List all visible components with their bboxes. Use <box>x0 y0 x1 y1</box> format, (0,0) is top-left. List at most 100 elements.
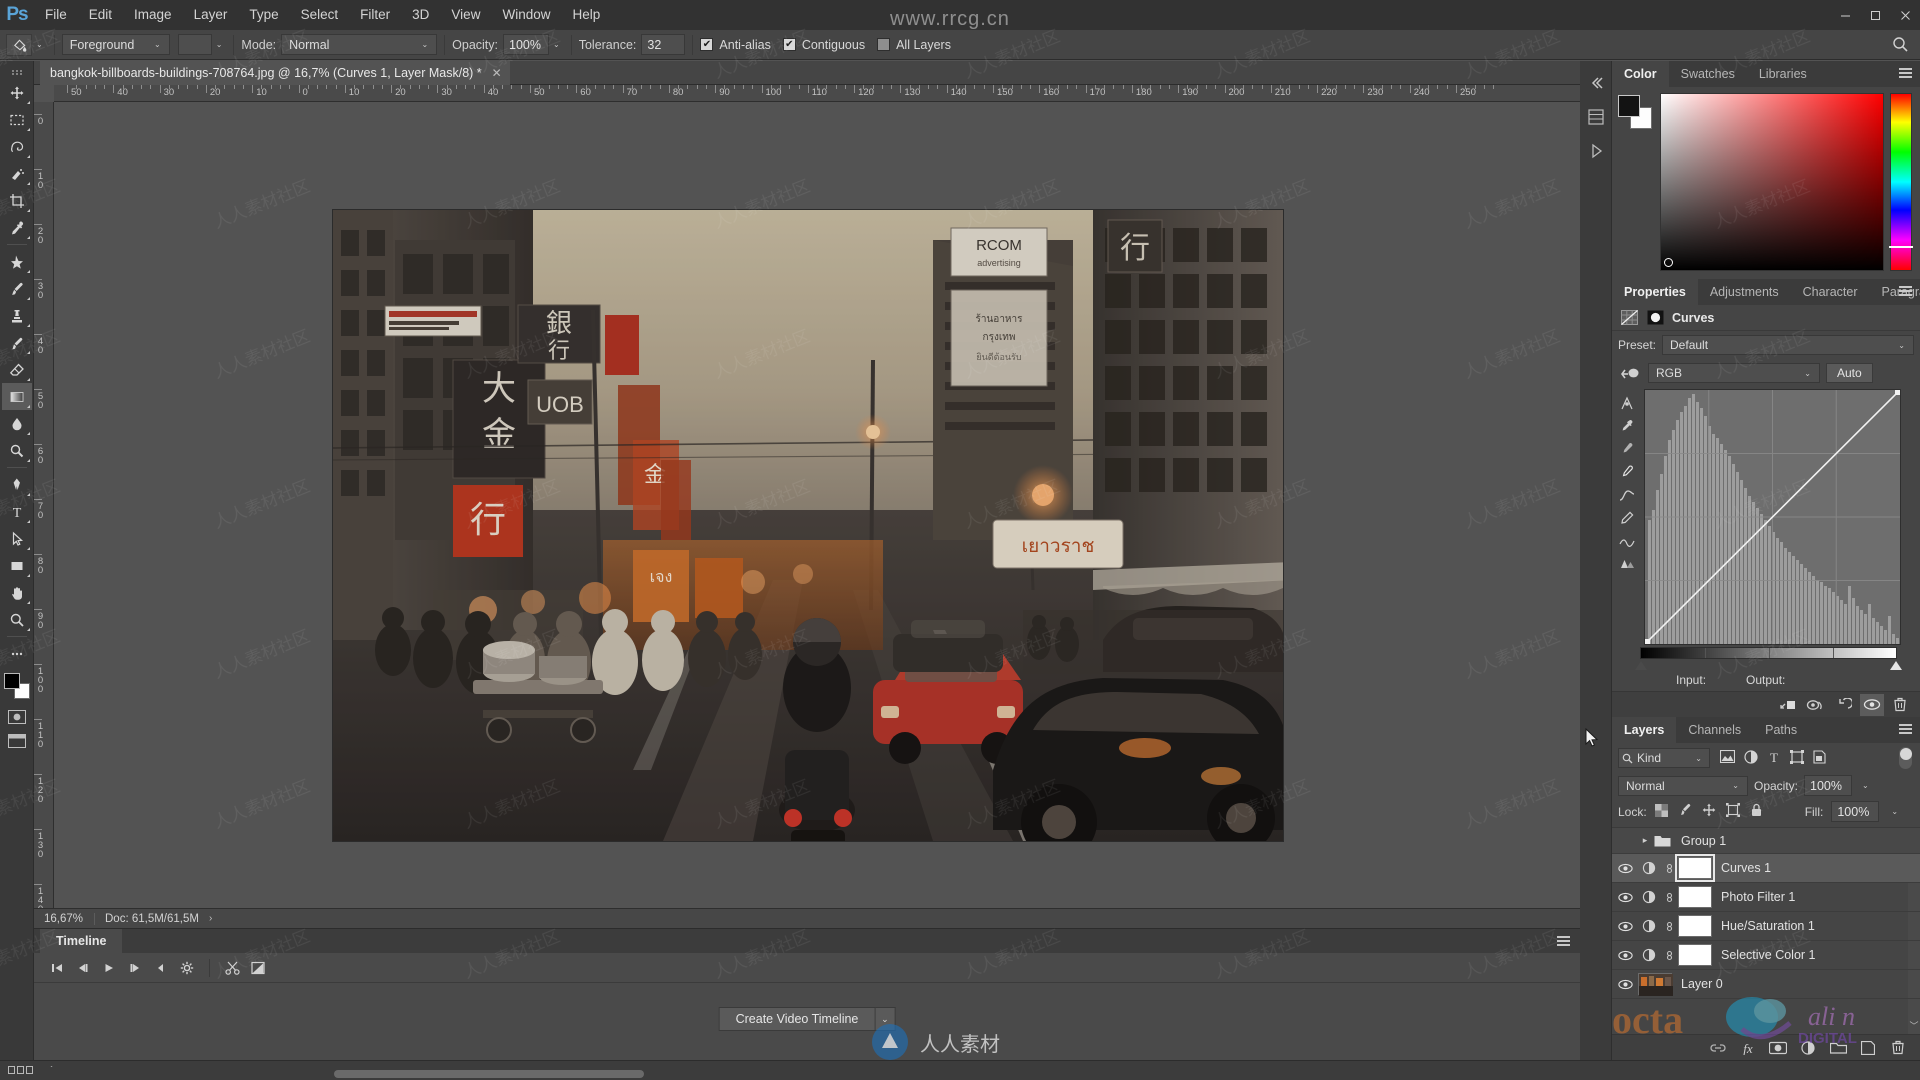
transition-button[interactable] <box>245 957 271 979</box>
move-tool[interactable] <box>2 79 32 106</box>
maximize-button[interactable] <box>1860 0 1890 30</box>
create-video-timeline-button[interactable]: Create Video Timeline <box>718 1007 876 1031</box>
type-layer-filter-icon[interactable]: T <box>1767 750 1781 767</box>
eyedropper-tool[interactable] <box>2 214 32 241</box>
blur-tool[interactable] <box>2 410 32 437</box>
foreground-color-swatch[interactable] <box>1618 95 1640 117</box>
eraser-tool[interactable] <box>2 356 32 383</box>
audio-mute-button[interactable] <box>148 957 174 979</box>
link-mask-icon[interactable] <box>1660 949 1678 962</box>
adjustment-layer-icon[interactable] <box>1638 861 1660 875</box>
opacity-caret-icon[interactable]: ⌄ <box>553 40 560 49</box>
hand-tool[interactable] <box>2 579 32 606</box>
layer-mask-thumbnail[interactable] <box>1678 886 1712 908</box>
layer-row[interactable]: Curves 1 <box>1612 854 1920 883</box>
split-clip-button[interactable] <box>219 957 245 979</box>
close-button[interactable] <box>1890 0 1920 30</box>
horizontal-ruler[interactable]: 50 40 30 20 10 0 10 20 30 40 50 60 70 80 90 100 110 120 13… <box>54 85 1580 102</box>
tab-libraries[interactable]: Libraries <box>1747 61 1819 87</box>
filter-enable-toggle[interactable] <box>1899 747 1912 769</box>
tab-properties[interactable]: Properties <box>1612 279 1698 305</box>
tool-preset-picker[interactable] <box>6 33 32 56</box>
reset-icon[interactable] <box>1832 694 1856 716</box>
curve-pencil-icon[interactable] <box>1616 508 1638 528</box>
adjustment-layer-filter-icon[interactable] <box>1744 749 1758 767</box>
menu-view[interactable]: View <box>440 0 491 30</box>
minimize-button[interactable] <box>1830 0 1860 30</box>
chevron-right-icon[interactable]: ▸ <box>1638 835 1652 846</box>
layer-visibility-toggle[interactable] <box>1612 892 1638 903</box>
smooth-curve-icon[interactable] <box>1616 531 1638 551</box>
zoom-tool[interactable] <box>2 606 32 633</box>
layer-list[interactable]: ︿ ﹀ ▸Group 1Curves 1Photo Filter 1Hue/Sa… <box>1612 827 1920 1034</box>
grid-view-icon[interactable] <box>8 1063 34 1078</box>
tab-adjustments[interactable]: Adjustments <box>1698 279 1791 305</box>
shape-layer-filter-icon[interactable] <box>1790 749 1804 767</box>
pattern-caret-icon[interactable]: ⌄ <box>216 40 223 49</box>
tab-layers[interactable]: Layers <box>1612 717 1677 743</box>
lock-artboard-icon[interactable] <box>1725 803 1740 820</box>
next-frame-button[interactable] <box>122 957 148 979</box>
rectangular-marquee-tool[interactable] <box>2 106 32 133</box>
toggle-layer-visibility-icon[interactable] <box>1860 693 1884 716</box>
layer-blend-mode-dropdown[interactable]: Normal ⌄ <box>1618 775 1748 796</box>
link-mask-icon[interactable] <box>1660 920 1678 933</box>
menu-edit[interactable]: Edit <box>78 0 123 30</box>
zoom-level[interactable]: 16,67% <box>34 913 94 925</box>
lasso-tool[interactable] <box>2 133 32 160</box>
lock-position-icon[interactable] <box>1702 803 1716 820</box>
white-point-eyedropper-icon[interactable] <box>1616 462 1638 482</box>
scroll-down-icon[interactable]: ﹀ <box>1909 1019 1918 1032</box>
type-tool[interactable]: T <box>2 498 32 525</box>
adjustment-layer-icon[interactable] <box>1638 948 1660 962</box>
fill-caret-icon[interactable]: ⌄ <box>1891 807 1898 816</box>
play-button[interactable] <box>96 957 122 979</box>
auto-button[interactable]: Auto <box>1826 363 1873 383</box>
foreground-color-swatch[interactable] <box>3 673 20 689</box>
on-image-adjust-icon[interactable] <box>1616 393 1638 413</box>
black-point-eyedropper-icon[interactable] <box>1616 416 1638 436</box>
foreground-background-colors[interactable] <box>2 672 32 702</box>
create-timeline-dropdown-caret-icon[interactable]: ⌄ <box>875 1007 896 1031</box>
layer-mask-thumbnail[interactable] <box>1675 854 1715 882</box>
layer-mask-thumbnail[interactable] <box>1678 944 1712 966</box>
tab-paths[interactable]: Paths <box>1753 717 1809 743</box>
tolerance-input[interactable]: 32 <box>641 34 686 55</box>
blend-mode-dropdown[interactable]: Normal ⌄ <box>281 34 438 55</box>
new-group-icon[interactable] <box>1828 1038 1848 1058</box>
layer-visibility-toggle[interactable] <box>1612 863 1638 874</box>
canvas-viewport[interactable]: 大 金 行 銀 行 UOB 金 行 RCOM advertising ร้านอ… <box>55 103 1580 910</box>
view-previous-state-icon[interactable] <box>1804 694 1828 716</box>
lock-all-icon[interactable] <box>1750 803 1763 820</box>
pen-tool[interactable] <box>2 471 32 498</box>
anti-alias-checkbox[interactable]: ✔ Anti-alias <box>700 38 771 52</box>
new-layer-icon[interactable] <box>1858 1038 1878 1058</box>
clip-to-layer-icon[interactable] <box>1776 694 1800 716</box>
document-tab[interactable]: bangkok-billboards-buildings-708764.jpg … <box>40 61 510 85</box>
lock-transparent-pixels-icon[interactable] <box>1654 803 1668 820</box>
menu-type[interactable]: Type <box>238 0 289 30</box>
opacity-input[interactable]: 100% <box>503 34 550 55</box>
color-field[interactable] <box>1660 93 1884 271</box>
gradient-tool[interactable] <box>1 383 32 410</box>
layer-visibility-toggle[interactable] <box>1612 921 1638 932</box>
output-gradient-bar[interactable] <box>1635 647 1902 670</box>
link-layers-icon[interactable] <box>1708 1038 1728 1058</box>
collapse-panels-icon[interactable] <box>1584 71 1608 95</box>
channel-dropdown[interactable]: RGB ⌄ <box>1648 363 1820 383</box>
color-panel-menu-icon[interactable] <box>1899 61 1912 87</box>
quick-mask-button[interactable] <box>6 708 28 726</box>
lock-image-pixels-icon[interactable] <box>1678 803 1692 820</box>
menu-select[interactable]: Select <box>290 0 350 30</box>
brush-tool[interactable] <box>2 275 32 302</box>
delete-layer-icon[interactable] <box>1888 1038 1908 1058</box>
pixel-layer-filter-icon[interactable] <box>1719 749 1736 766</box>
layer-row[interactable]: ▸ Group 1 <box>1612 828 1920 854</box>
delete-icon[interactable] <box>1888 694 1912 716</box>
vertical-ruler[interactable]: 0 10 20 30 40 50 60 70 80 90 100 110 120 130 140 <box>34 102 54 910</box>
menu-window[interactable]: Window <box>491 0 561 30</box>
layer-thumbnail[interactable] <box>1638 973 1673 996</box>
tab-paragraph[interactable]: Paragraph <box>1870 279 1920 305</box>
curves-graph[interactable] <box>1644 389 1901 645</box>
menu-help[interactable]: Help <box>561 0 611 30</box>
